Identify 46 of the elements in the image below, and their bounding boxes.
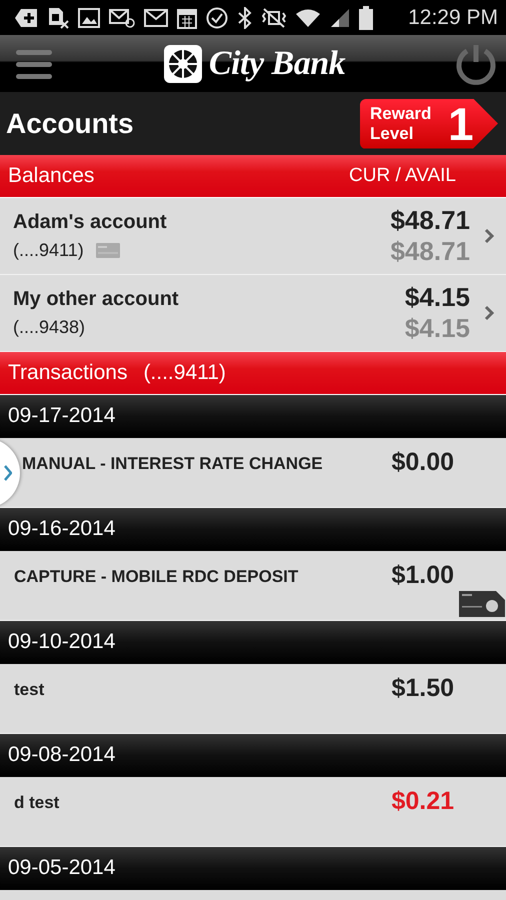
signal-icon [330,8,350,28]
mail-icon [144,8,168,28]
chevron-right-icon [4,465,12,481]
current-balance: $48.71 [390,205,470,236]
vibrate-off-icon [262,8,286,28]
wifi-icon [295,8,321,28]
plus-tag-icon [14,8,38,28]
transaction-description: d test [14,792,60,813]
account-row[interactable]: Adam's account (....9411) $48.71 $48.71 [0,198,506,275]
column-label: CUR / AVAIL [349,165,456,187]
transaction-row[interactable]: d test $0.21 [0,777,506,847]
sim-card-icon [47,6,69,28]
transaction-row[interactable]: test $1.50 [0,664,506,734]
section-title: Balances [8,164,94,188]
image-icon [78,8,100,28]
transaction-amount: $1.00 [391,561,454,590]
account-number: (....9411) [13,240,84,261]
account-name: Adam's account [13,211,168,234]
transaction-amount: $1.50 [391,674,454,703]
transaction-amount: $0.21 [391,787,454,816]
available-balance: $4.15 [404,313,470,344]
account-number: (....9438) [13,317,86,338]
check-circle-icon [206,6,228,28]
account-number: (....9411) [143,361,226,385]
mail-icon [109,8,135,28]
menu-icon[interactable] [14,48,54,80]
chevron-right-icon [484,305,494,321]
page-title: Accounts [6,108,134,140]
transaction-amount: $0.00 [391,448,454,477]
account-row[interactable]: My other account (....9438) $4.15 $4.15 [0,275,506,352]
section-title: Transactions [8,361,128,385]
wheel-logo-icon [162,44,203,84]
available-balance: $48.71 [390,236,470,267]
transaction-description: test [14,679,46,700]
clock-time: 12:29 PM [408,6,498,30]
transaction-row[interactable]: MANUAL - INTEREST RATE CHANGE $0.00 [0,438,506,508]
transaction-row[interactable]: CAPTURE - MOBILE RDC DEPOSIT $1.00 [0,551,506,621]
battery-icon [359,6,373,30]
chevron-right-icon [484,228,494,244]
account-name: My other account [13,288,180,311]
current-balance: $4.15 [404,282,470,313]
calendar-icon [177,6,197,28]
bluetooth-icon [237,6,253,28]
transaction-description: CAPTURE - MOBILE RDC DEPOSIT [14,566,300,587]
transaction-description: MANUAL - INTEREST RATE CHANGE [21,453,324,474]
bank-logo-text: City Bank [208,44,346,82]
